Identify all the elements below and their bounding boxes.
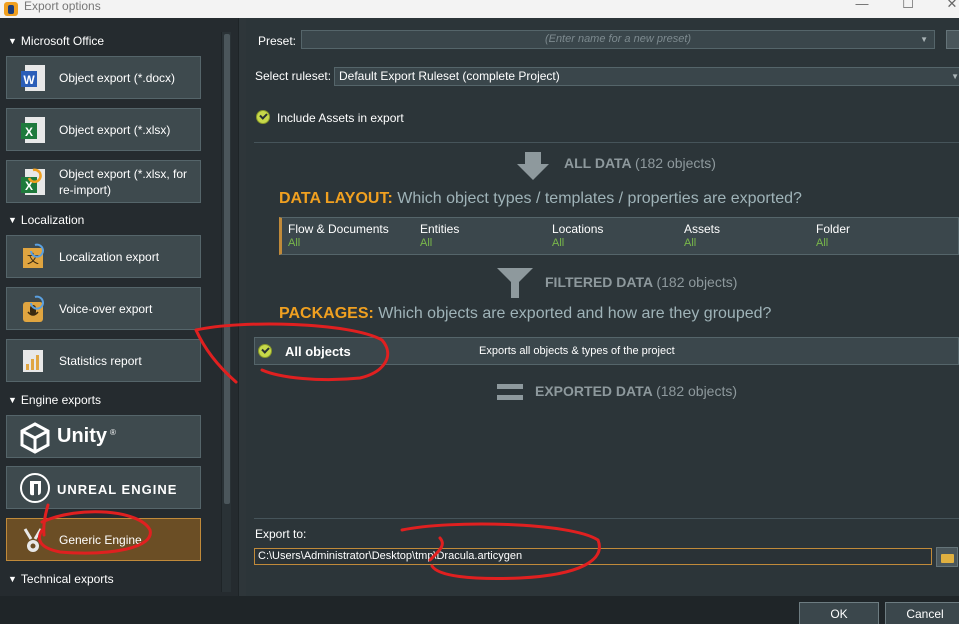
filtered-data-count: (182 objects) [656,274,738,290]
svg-text:X: X [25,125,33,139]
all-data-label: ALL DATA (182 objects) [564,155,716,171]
equals-icon [497,384,523,400]
layout-col-entities[interactable]: Entities All [420,222,459,249]
all-data-count: (182 objects) [635,155,716,171]
browse-folder-button[interactable] [936,547,958,567]
packages-heading: PACKAGES: Which objects are exported and… [279,305,772,322]
ruleset-select[interactable]: Default Export Ruleset (complete Project… [334,67,959,86]
registered-mark: ® [110,428,116,437]
filtered-data-label: FILTERED DATA (182 objects) [545,274,738,290]
unity-export-button[interactable]: Unity ® [6,415,201,458]
section-microsoft-office[interactable]: ▼ Microsoft Office [8,34,104,48]
localization-export-button[interactable]: 文 Localization export [6,235,201,278]
statistics-icon [23,349,43,372]
unreal-engine-export-button[interactable]: UNREAL ENGINE [6,466,201,509]
package-checkbox[interactable] [258,344,272,358]
svg-text:文: 文 [27,251,39,266]
export-type-panel: ▼ Microsoft Office W Object export (*.doc… [0,18,238,596]
export-path-input[interactable]: C:\Users\Administrator\Desktop\tmp\Dracu… [254,548,932,565]
package-name: All objects [285,344,351,359]
export-to-label: Export to: [255,527,307,541]
section-localization[interactable]: ▼ Localization [8,213,84,227]
exported-data-label: EXPORTED DATA (182 objects) [535,383,738,399]
microphone-icon [23,295,44,322]
left-scrollbar[interactable] [221,32,231,592]
section-engine-exports[interactable]: ▼ Engine exports [8,393,101,407]
package-description: Exports all objects & types of the proje… [479,345,675,357]
chevron-down-icon[interactable]: ▼ [951,68,959,85]
layout-col-folder[interactable]: Folder All [816,222,850,249]
separator [254,518,959,519]
preset-input[interactable]: (Enter name for a new preset) ▼ [301,30,935,49]
engine-gears-icon [23,527,43,552]
scrollbar-thumb[interactable] [224,34,230,504]
include-assets-checkbox[interactable] [256,110,270,124]
layout-col-locations[interactable]: Locations All [552,222,603,249]
down-arrow-icon [517,152,549,180]
layout-col-assets[interactable]: Assets All [684,222,720,249]
close-button[interactable]: ✕ [942,0,959,12]
collapse-triangle-icon: ▼ [8,574,17,584]
panel-divider[interactable] [238,18,246,596]
unity-logo-icon [20,422,50,454]
word-icon: W [21,64,45,91]
layout-col-flow-documents[interactable]: Flow & Documents All [288,222,389,249]
save-preset-button[interactable] [946,30,959,49]
collapse-triangle-icon: ▼ [8,395,17,405]
include-assets-label: Include Assets in export [277,111,404,125]
generic-engine-export-button[interactable]: Generic Engine [6,518,201,561]
package-row[interactable]: All objects Exports all objects & types … [254,337,959,365]
object-export-docx-button[interactable]: W Object export (*.docx) [6,56,201,99]
localization-icon: 文 [23,243,44,268]
exported-data-count: (182 objects) [656,383,738,399]
unreal-label: UNREAL ENGINE [57,482,178,497]
export-settings-panel: Preset: (Enter name for a new preset) ▼ … [246,18,959,596]
object-export-xlsx-button[interactable]: X Object export (*.xlsx) [6,108,201,151]
minimize-button[interactable]: — [852,0,872,12]
ok-button[interactable]: OK [799,602,879,624]
collapse-triangle-icon: ▼ [8,215,17,225]
maximize-button[interactable]: ☐ [898,0,918,12]
app-icon [4,2,18,16]
filter-funnel-icon [497,268,533,298]
excel-reimport-icon: X [21,168,45,195]
excel-icon: X [21,116,45,143]
cancel-button[interactable]: Cancel [885,602,959,624]
data-layout-heading: DATA LAYOUT: Which object types / templa… [279,190,802,207]
window-title: Export options [24,0,101,13]
chevron-down-icon[interactable]: ▼ [920,31,928,48]
collapse-triangle-icon: ▼ [8,36,17,46]
voice-over-export-button[interactable]: Voice-over export [6,287,201,330]
ruleset-label: Select ruleset: [255,69,332,83]
unreal-logo-icon [20,473,50,503]
separator [254,142,959,143]
data-layout-table[interactable]: Flow & Documents All Entities All Location… [279,217,959,255]
statistics-report-button[interactable]: Statistics report [6,339,201,382]
title-bar: Export options — ☐ ✕ [0,0,959,18]
preset-label: Preset: [258,34,297,48]
dialog-button-bar: OK Cancel [0,596,959,624]
object-export-xlsx-reimport-button[interactable]: X Object export (*.xlsx, for re-import) [6,160,201,203]
unity-label: Unity [57,425,107,447]
section-technical-exports[interactable]: ▼ Technical exports [8,572,114,586]
svg-text:W: W [23,73,35,87]
